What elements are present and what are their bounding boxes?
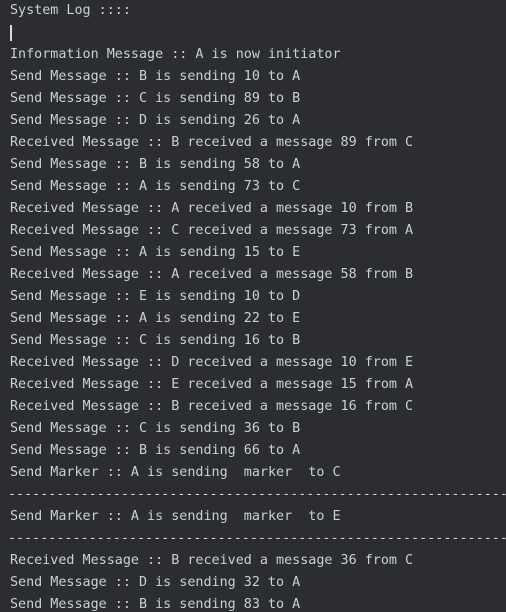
log-line: Send Message :: A is sending 15 to E (10, 245, 301, 260)
log-line: Send Message :: B is sending 66 to A (10, 443, 301, 458)
text-cursor (10, 25, 12, 41)
log-line: Received Message :: B received a message… (10, 135, 414, 150)
log-line: Send Message :: E is sending 10 to D (10, 289, 301, 304)
log-separator: ----------------------------------------… (8, 531, 506, 546)
log-line: Received Message :: C received a message… (10, 223, 414, 238)
log-line: Send Message :: B is sending 83 to A (10, 597, 301, 612)
log-line: Send Message :: C is sending 36 to B (10, 421, 301, 436)
log-line: Received Message :: D received a message… (10, 355, 414, 370)
log-line: Send Message :: C is sending 16 to B (10, 333, 301, 348)
log-line: Send Message :: C is sending 89 to B (10, 91, 301, 106)
log-line: Received Message :: B received a message… (10, 553, 414, 568)
log-line: Received Message :: B received a message… (10, 399, 414, 414)
log-line: Send Marker :: A is sending marker to C (10, 465, 341, 480)
log-line: Information Message :: A is now initiato… (10, 47, 341, 62)
log-line: Send Message :: A is sending 22 to E (10, 311, 301, 326)
log-line: Send Message :: D is sending 32 to A (10, 575, 301, 590)
log-line: Send Message :: D is sending 26 to A (10, 113, 301, 128)
log-line: Send Message :: A is sending 73 to C (10, 179, 301, 194)
log-line: Received Message :: A received a message… (10, 267, 414, 282)
log-line: Received Message :: A received a message… (10, 201, 414, 216)
log-line: Received Message :: E received a message… (10, 377, 414, 392)
log-line: Send Marker :: A is sending marker to E (10, 509, 341, 524)
input-caret-line[interactable] (10, 22, 506, 44)
log-line: Send Message :: B is sending 58 to A (10, 157, 301, 172)
log-line: Send Message :: B is sending 10 to A (10, 69, 301, 84)
system-log-console[interactable]: System Log :::: Information Message :: A… (0, 0, 506, 612)
log-title: System Log :::: (10, 3, 131, 18)
log-separator: ----------------------------------------… (8, 487, 506, 502)
